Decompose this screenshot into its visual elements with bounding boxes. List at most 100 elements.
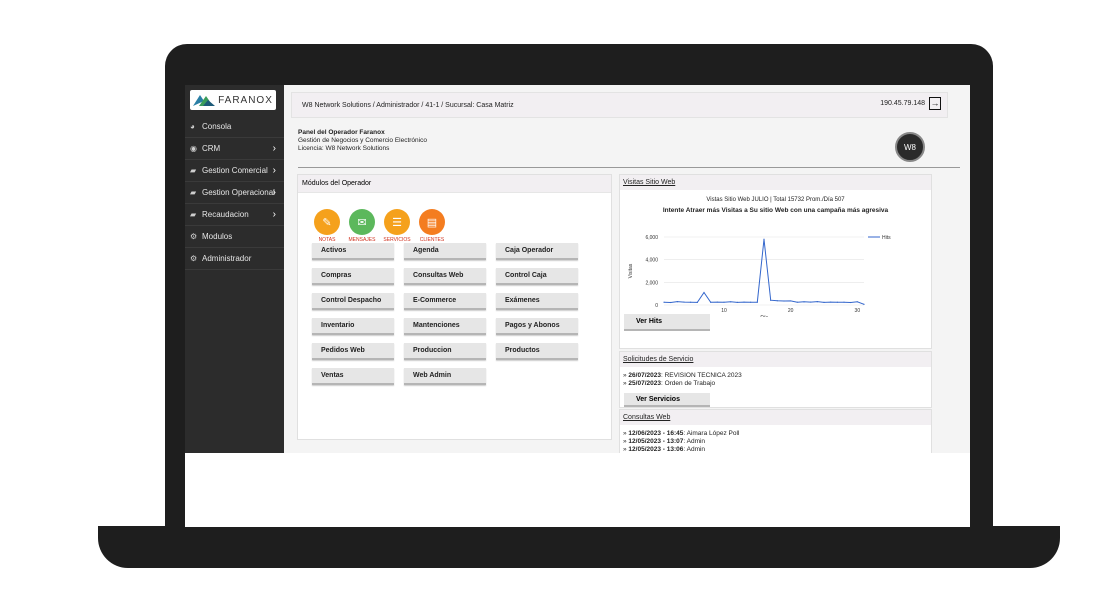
data-point (836, 301, 838, 303)
list-item-text: : Aimara López Poll (683, 430, 740, 437)
web-queries-title[interactable]: Consultas Web (620, 410, 931, 425)
data-point (783, 300, 785, 302)
laptop-base (98, 526, 1060, 568)
sidebar-item-label: Administrador (202, 253, 252, 263)
book-icon: ▰ (190, 165, 197, 175)
visits-chart: 6,000 4,000 2,000 0 10 20 30 Día Visitas Hits (628, 235, 891, 317)
top-bar: W8 Network Solutions / Administrador / 4… (291, 92, 948, 118)
module-button-ventas[interactable]: Ventas (312, 368, 394, 385)
bottom-strip (185, 453, 970, 527)
book-icon: ▰ (190, 209, 197, 219)
list-item-date: 12/05/2023 - 13:07 (628, 438, 684, 445)
eye-icon: ◉ (190, 143, 197, 153)
data-point (790, 300, 792, 302)
list-item: » 12/05/2023 - 13:07: Admin (623, 438, 706, 445)
chevron-right-icon: › (272, 208, 276, 220)
notas-icon: ✎ (314, 209, 340, 235)
module-button-consultas-web[interactable]: Consultas Web (404, 268, 486, 285)
panel-info: Panel del Operador Faranox Gestión de Ne… (298, 129, 427, 153)
data-point (690, 301, 692, 303)
sidebar-item-modulos[interactable]: ⚙ Modulos (185, 225, 284, 248)
sidebar-item-label: CRM (202, 143, 221, 153)
module-button-compras[interactable]: Compras (312, 268, 394, 285)
module-button-e-commerce[interactable]: E-Commerce (404, 293, 486, 310)
servicios-icon: ☰ (384, 209, 410, 235)
data-point (810, 301, 812, 303)
panel-license: Licencia: W8 Network Solutions (298, 145, 390, 152)
module-button-web-admin[interactable]: Web Admin (404, 368, 486, 385)
logo-text: FARANOX (218, 94, 273, 106)
visits-summary: Vistas Sitio Web JULIO | Total 15732 Pro… (706, 197, 845, 203)
dashboard-icon: ◕ (190, 121, 195, 131)
sidebar-item-administrador[interactable]: ⚙ Administrador (185, 247, 284, 270)
breadcrumb: W8 Network Solutions / Administrador / 4… (302, 101, 514, 109)
screen: FARANOX ◕ Consola ◉ CRM › ▰ Gestion Comercial ›… (185, 85, 970, 527)
module-button-exámenes[interactable]: Exámenes (496, 293, 578, 310)
data-point (756, 301, 758, 303)
ver-servicios-button[interactable]: Ver Servicios (624, 393, 710, 407)
module-button-produccion[interactable]: Produccion (404, 343, 486, 360)
x-tick-label: 10 (721, 308, 727, 314)
data-point (743, 301, 745, 303)
data-point (730, 301, 732, 303)
data-point (796, 301, 798, 303)
faranox-logo-icon (193, 95, 216, 106)
list-item-text: : Orden de Trabajo (660, 380, 716, 387)
module-button-control-caja[interactable]: Control Caja (496, 268, 578, 285)
sidebar-item-consola[interactable]: ◕ Consola (185, 115, 284, 138)
visits-message: Intente Atraer más Visitas a Su sitio We… (662, 207, 889, 214)
module-button-mantenciones[interactable]: Mantenciones (404, 318, 486, 335)
quick-servicios[interactable]: ☰ SERVICIOS (382, 209, 412, 243)
module-button-inventario[interactable]: Inventario (312, 318, 394, 335)
module-button-productos[interactable]: Productos (496, 343, 578, 360)
y-tick-label: 6,000 (645, 235, 658, 241)
quick-mensajes[interactable]: ✉ MENSAJES (347, 209, 377, 243)
module-button-agenda[interactable]: Agenda (404, 243, 486, 260)
visits-panel: Visitas Sitio Web Vistas Sitio Web JULIO… (619, 174, 932, 349)
module-button-control-despacho[interactable]: Control Despacho (312, 293, 394, 310)
sidebar-item-gestion-comercial[interactable]: ▰ Gestion Comercial › (185, 159, 284, 182)
sidebar-item-recaudacion[interactable]: ▰ Recaudacion › (185, 203, 284, 226)
sidebar-item-label: Gestion Operacional (202, 187, 275, 197)
divider (298, 167, 960, 168)
cogs-icon: ⚙ (190, 253, 198, 263)
module-button-pagos-y-abonos[interactable]: Pagos y Abonos (496, 318, 578, 335)
quick-notas[interactable]: ✎ NOTAS (312, 209, 342, 243)
modules-title: Módulos del Operador (298, 175, 611, 193)
sidebar-item-label: Gestion Comercial (202, 165, 268, 175)
module-button-activos[interactable]: Activos (312, 243, 394, 260)
data-point (823, 301, 825, 303)
data-point (716, 301, 718, 303)
module-button-pedidos-web[interactable]: Pedidos Web (312, 343, 394, 360)
y-tick-label: 0 (655, 303, 658, 309)
data-point (850, 301, 852, 304)
list-item-date: 12/05/2023 - 13:06 (628, 446, 684, 453)
book-icon: ▰ (190, 187, 197, 197)
data-point (770, 299, 772, 301)
ver-hits-button[interactable]: Ver Hits (624, 314, 710, 331)
ip-address: 190.45.79.148 (880, 100, 925, 107)
logout-icon[interactable]: → (929, 97, 941, 110)
panel-title: Panel del Operador Faranox (298, 129, 385, 136)
sidebar-item-label: Recaudacion (202, 209, 249, 219)
data-point (696, 301, 698, 303)
list-item-date: 12/06/2023 - 16:45 (628, 430, 684, 437)
chevron-right-icon: › (272, 164, 276, 176)
visits-title[interactable]: Visitas Sitio Web (620, 175, 931, 190)
clientes-icon: ▤ (419, 209, 445, 235)
data-point (670, 301, 672, 304)
sidebar-item-gestion-operacional[interactable]: ▰ Gestion Operacional › (185, 181, 284, 204)
logo[interactable]: FARANOX (190, 90, 276, 110)
sidebar: FARANOX ◕ Consola ◉ CRM › ▰ Gestion Comercial ›… (185, 85, 284, 453)
data-point (663, 301, 665, 303)
list-item-text: : REVISION TECNICA 2023 (660, 372, 742, 379)
data-point (683, 301, 685, 303)
services-title[interactable]: Solicitudes de Servicio (620, 352, 931, 367)
data-point (863, 303, 865, 305)
list-item-date: 26/07/2023 (628, 372, 661, 379)
cogs-icon: ⚙ (190, 231, 198, 241)
module-button-caja-operador[interactable]: Caja Operador (496, 243, 578, 260)
chevron-right-icon: › (272, 142, 276, 154)
sidebar-item-crm[interactable]: ◉ CRM › (185, 137, 284, 160)
quick-clientes[interactable]: ▤ CLIENTES (417, 209, 447, 243)
